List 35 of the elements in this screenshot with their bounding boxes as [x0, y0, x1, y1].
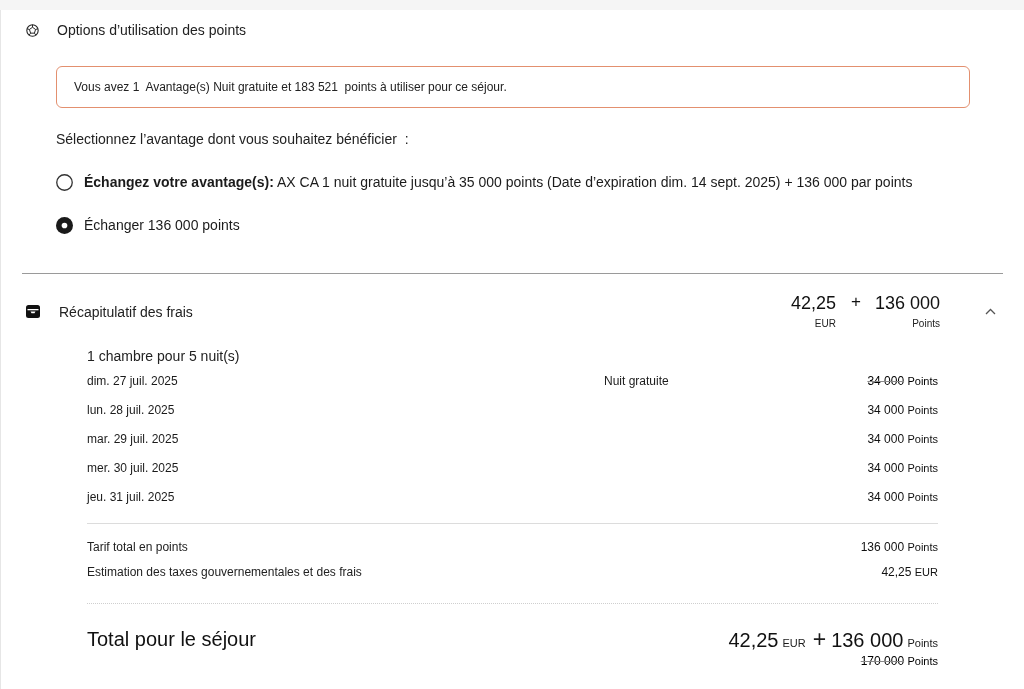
option-label[interactable]: Échangez votre avantage(s): AX CA 1 nuit gratuite jusqu’à 35 000 points (Date d’expiration dim. 14 sept. 2025) + 136 000 par points [84, 172, 913, 192]
night-date: jeu. 31 juil. 2025 [87, 489, 176, 504]
plus-sign: + [851, 292, 861, 312]
tray-icon [26, 305, 40, 318]
total-price: 42,25 EUR [728, 628, 806, 652]
room-summary: 1 chambre pour 5 nuit(s) [87, 347, 241, 366]
radio-button[interactable] [56, 216, 73, 234]
radio-button[interactable] [56, 173, 73, 191]
subtotal-label: Estimation des taxes gouvernementales et des frais [87, 564, 362, 579]
night-points: 34 000 Points [867, 489, 938, 504]
price-amount: 42,25 [790, 292, 836, 314]
currency-label: EUR [814, 317, 836, 331]
subtotal-value: 136 000 Points [860, 539, 938, 554]
wheel-icon [26, 23, 39, 37]
night-date: mar. 29 juil. 2025 [87, 431, 180, 446]
points-label: Points [912, 317, 940, 331]
option-label[interactable]: Échanger 136 000 points [84, 215, 240, 235]
subtotal-label: Tarif total en points [87, 539, 188, 554]
prompt-text: Sélectionnez l’avantage dont vous souhaitez bénéficier : [56, 130, 410, 149]
notice-banner: Vous avez 1 Avantage(s) Nuit gratuite et 183 521 points à utiliser pour ce séjour. [56, 66, 970, 108]
night-date: lun. 28 juil. 2025 [87, 402, 176, 417]
points-amount: 136 000 [874, 292, 940, 314]
section-title: Options d’utilisation des points [57, 22, 247, 38]
plus-sign: + [812, 625, 827, 653]
subtotal-value: 42,25 EUR [881, 564, 938, 579]
chevron-icon[interactable] [985, 308, 996, 315]
total-points: 136 000 Points [831, 628, 938, 652]
section-title: Récapitulatif des frais [59, 303, 193, 320]
night-points: 34 000 Points [867, 402, 938, 417]
night-date: mer. 30 juil. 2025 [87, 460, 180, 475]
night-points: 34 000 Points [867, 460, 938, 475]
total-label: Total pour le séjour [87, 627, 256, 651]
night-date: dim. 27 juil. 2025 [87, 373, 179, 388]
night-note: Nuit gratuite [604, 373, 669, 388]
night-points: 34 000 Points [867, 431, 938, 446]
